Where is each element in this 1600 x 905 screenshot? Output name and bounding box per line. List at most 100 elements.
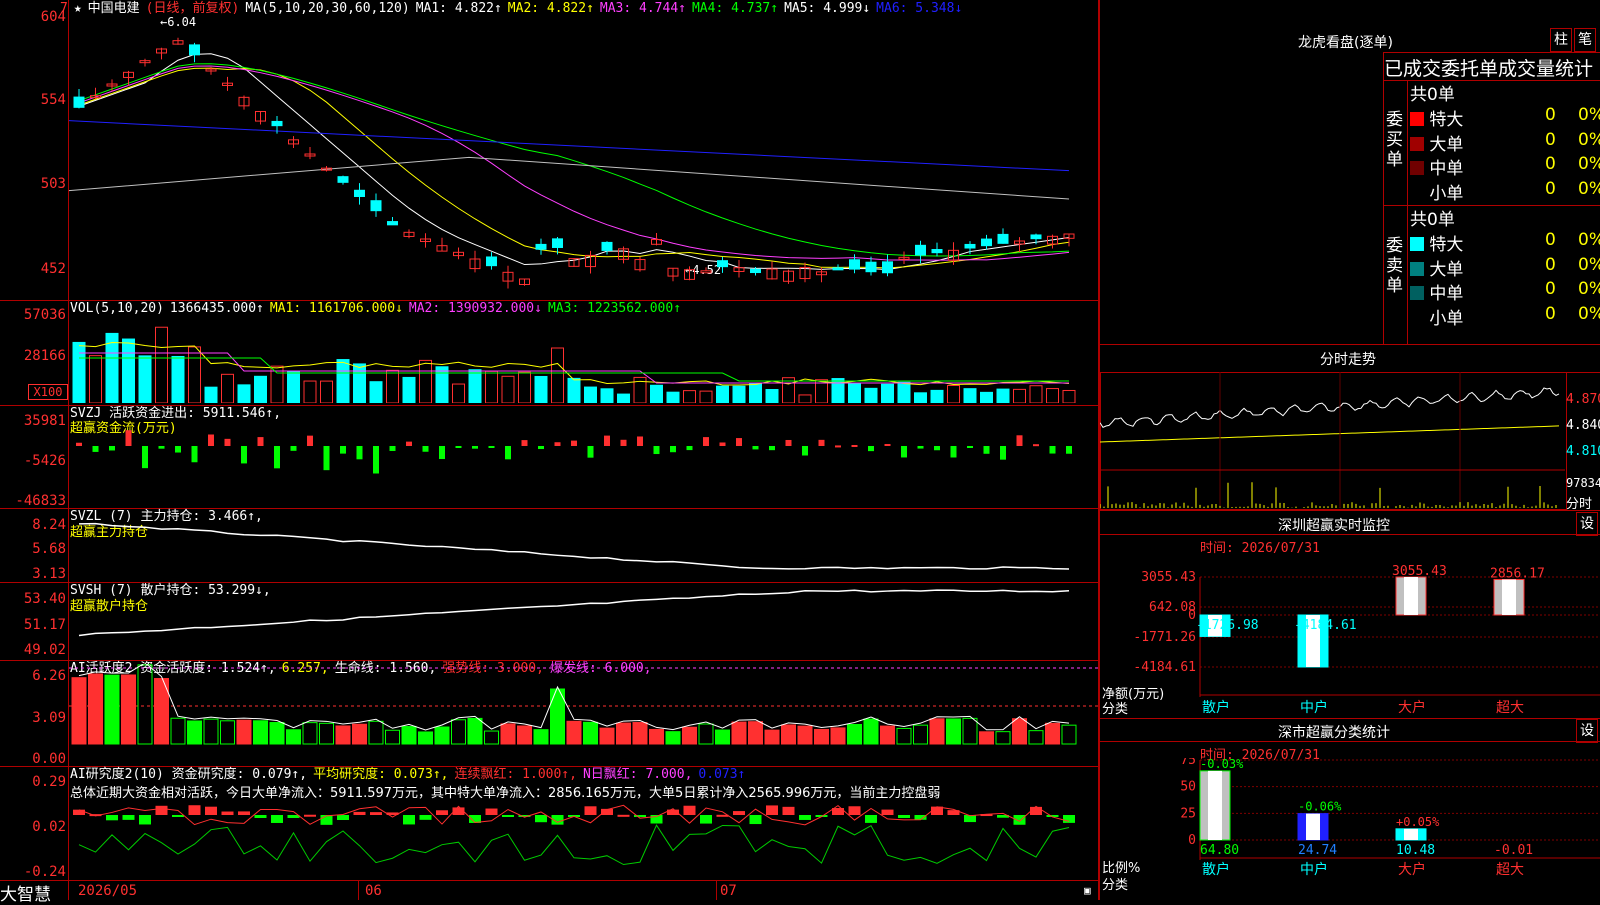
research-bar [304, 814, 316, 817]
activity-bar [946, 718, 961, 745]
vol-unit-box[interactable]: X100 [28, 384, 68, 400]
cls-bar-highlight [1208, 770, 1222, 840]
cls-category-label: 超大 [1496, 862, 1524, 878]
svsh-tick: 53.40 [23, 591, 66, 607]
research-bar [172, 815, 184, 817]
fund-flow-chart [76, 430, 1072, 474]
lock-icon[interactable]: ▣ [1084, 884, 1091, 897]
research-bar [221, 811, 234, 815]
order-count: 0 [1545, 303, 1556, 324]
sz-value-label: 2856.17 [1490, 566, 1545, 581]
activity-bar [764, 729, 780, 745]
volume-bar [353, 363, 366, 403]
volume-bar [369, 381, 383, 403]
order-type: 小单 [1424, 183, 1464, 204]
candlestick-chart[interactable] [69, 14, 1099, 299]
activity-bar [418, 731, 433, 745]
volume-bar [270, 365, 284, 403]
color-swatch [1410, 237, 1424, 251]
order-pct: 0% [1578, 279, 1600, 299]
activity-bar [599, 727, 615, 745]
activity-bar [451, 719, 466, 745]
order-row: 大单 [1410, 130, 1463, 155]
activity-bar [319, 722, 334, 745]
flow-bar [868, 446, 874, 452]
divider [1100, 534, 1600, 535]
research-line [78, 824, 1070, 866]
volume-bar [980, 391, 993, 403]
column-mode-button[interactable]: 柱 [1550, 28, 1572, 52]
activity-bar [863, 718, 879, 745]
svzj-tick: 35981 [23, 413, 66, 429]
research-bar [238, 811, 250, 815]
sz-title: 深圳超赢实时监控 [1278, 518, 1390, 534]
order-count: 0 [1545, 254, 1556, 275]
volume-bar [897, 381, 911, 403]
volume-bar [501, 375, 515, 403]
sz-tick-label: -1771.26 [1133, 630, 1196, 645]
flow-bar [290, 446, 297, 451]
sz-tick-label: 3055.43 [1141, 570, 1196, 585]
activity-bar [385, 729, 400, 745]
order-count: 0 [1545, 279, 1556, 299]
flow-bar [719, 442, 726, 446]
candle-body [981, 238, 992, 247]
sz-settings-button[interactable]: 设 [1576, 512, 1598, 536]
activity-bar [467, 717, 483, 745]
vol-tick: 28166 [23, 348, 66, 364]
price-tick: 503 [40, 176, 66, 192]
research-bar [502, 815, 514, 817]
activity-bar [533, 729, 549, 745]
brand-logo[interactable]: 大智慧 [0, 880, 51, 905]
volume-bar [716, 385, 729, 403]
divider [1100, 344, 1600, 345]
ma-line [78, 63, 1070, 257]
candle-body [717, 260, 728, 268]
ai2-tick: 0.29 [32, 774, 66, 790]
cls-settings-button[interactable]: 设 [1576, 719, 1598, 743]
flow-bar [521, 440, 528, 446]
cls-change-label: -0.03% [1200, 758, 1244, 771]
volume-bar [881, 383, 894, 403]
divider [1384, 52, 1600, 53]
activity-bar [253, 720, 268, 745]
research-bar [254, 815, 267, 819]
activity-bar [814, 728, 829, 745]
candle-body [915, 244, 926, 256]
color-swatch [1410, 310, 1424, 325]
research-bar [155, 805, 168, 815]
candle-body [750, 268, 761, 274]
tick-chart[interactable] [1100, 372, 1565, 508]
flow-bar [818, 439, 825, 446]
flow-bar [1016, 435, 1023, 446]
svsh-tick: 51.17 [23, 617, 66, 633]
activity-bar [797, 725, 813, 745]
volume-bar [485, 370, 498, 403]
order-type: 大单 [1424, 259, 1464, 280]
flow-bar [274, 446, 280, 469]
volume-bar [584, 386, 597, 403]
order-pct: 0% [1578, 154, 1600, 174]
cls-bar-highlight [1404, 828, 1418, 840]
cls-category-label: 大户 [1398, 861, 1426, 878]
flow-bar [587, 446, 594, 458]
flow-bar [191, 446, 198, 463]
order-pct: 0% [1578, 178, 1600, 199]
activity-bar [649, 728, 664, 745]
activity-bar [104, 674, 120, 745]
ai2-tick: -0.24 [23, 864, 66, 880]
volume-bar [171, 355, 185, 403]
research-bar [881, 809, 894, 815]
flow-bar [208, 434, 214, 446]
flow-bar [670, 446, 676, 453]
svzj-header: SVZJ 活跃资金进出: 5911.546↑, [70, 406, 287, 421]
flow-bar [785, 439, 792, 446]
order-type: 小单 [1424, 308, 1464, 329]
activity-bar [335, 725, 351, 745]
date-divider [716, 880, 717, 900]
flow-bar [637, 436, 643, 446]
tick-mode-button[interactable]: 笔 [1574, 28, 1596, 52]
flow-bar [356, 446, 363, 460]
volume-bar [914, 392, 927, 403]
activity-bar [434, 726, 450, 745]
